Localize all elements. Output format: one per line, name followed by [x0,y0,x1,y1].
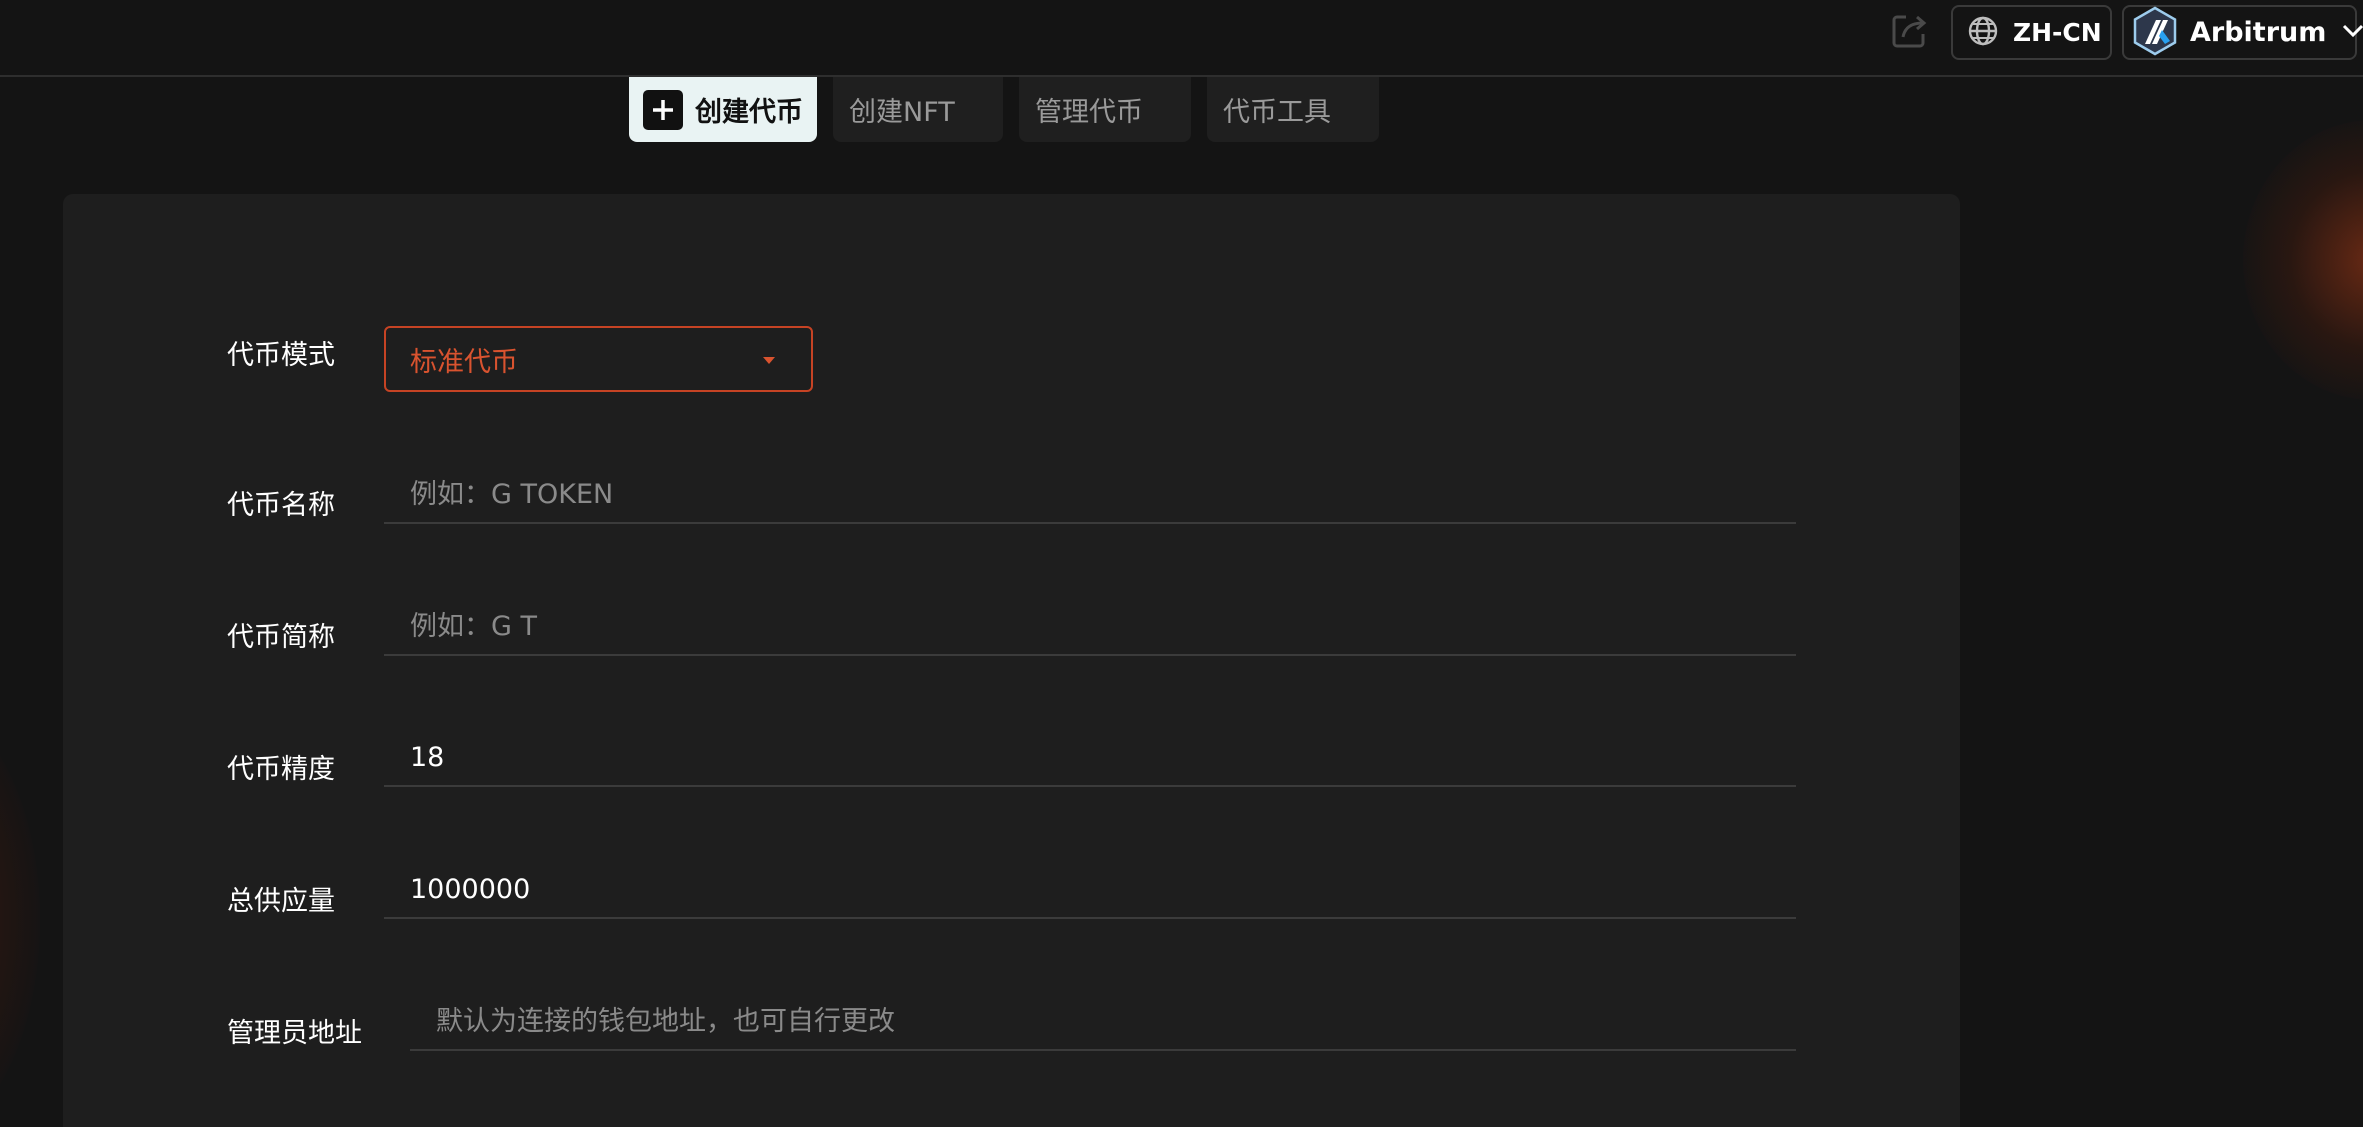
token-symbol-input[interactable] [384,598,1796,654]
arbitrum-logo [2132,6,2178,60]
total-supply-input[interactable] [384,861,1796,917]
token-name-input[interactable] [384,466,1796,522]
token-mode-select[interactable]: 标准代币 [384,326,813,392]
language-label: ZH-CN [2013,18,2102,47]
token-name-field [384,466,1796,524]
tab-create-nft-label: 创建NFT [849,97,955,128]
network-label: Arbitrum [2190,17,2327,48]
token-name-label: 代币名称 [227,490,335,521]
background-glow-right [2243,120,2363,400]
tab-create-token[interactable]: 创建代币 [629,77,817,142]
caret-down-icon [763,357,775,364]
background-glow-left [0,700,40,1127]
token-mode-selected: 标准代币 [410,346,518,378]
create-token-form [63,194,1960,1127]
globe-icon [1967,15,1999,51]
tab-manage-token-label: 管理代币 [1035,97,1143,128]
top-header: ZH-CN Arbitrum [0,0,2363,77]
total-supply-field [384,861,1796,919]
tab-create-nft[interactable]: 创建NFT [833,77,1003,142]
token-decimals-field [384,729,1796,787]
share-icon [1889,11,1929,55]
share-button[interactable] [1888,12,1930,54]
token-decimals-input[interactable] [384,729,1796,785]
token-symbol-field [384,598,1796,656]
token-decimals-label: 代币精度 [227,754,335,785]
chevron-down-icon [2342,23,2363,42]
tab-create-token-label: 创建代币 [695,97,803,128]
tab-token-tools-label: 代币工具 [1223,97,1331,128]
admin-address-field [410,993,1796,1051]
token-mode-label: 代币模式 [227,340,335,371]
app-page: ZH-CN Arbitrum 创建代币 创建NFT 管理代币 代币工具 代币模式… [0,0,2363,1127]
tab-manage-token[interactable]: 管理代币 [1019,77,1191,142]
admin-address-label: 管理员地址 [227,1018,362,1049]
plus-icon [643,89,683,130]
network-selector[interactable]: Arbitrum [2122,5,2363,60]
admin-address-input[interactable] [410,993,1796,1049]
token-symbol-label: 代币简称 [227,622,335,653]
total-supply-label: 总供应量 [227,886,335,917]
language-selector[interactable]: ZH-CN [1951,5,2112,60]
tab-token-tools[interactable]: 代币工具 [1207,77,1379,142]
